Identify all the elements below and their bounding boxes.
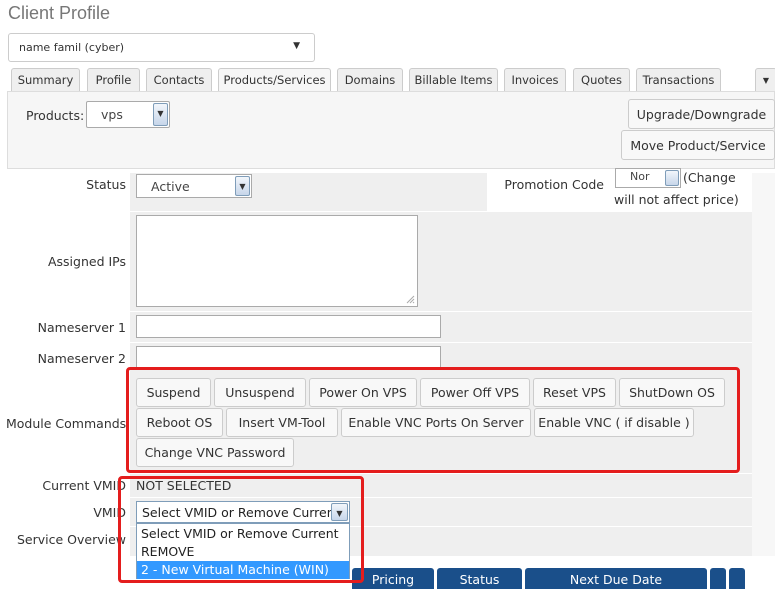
module-commands-label: Module Commands xyxy=(6,416,127,431)
page-title: Client Profile xyxy=(8,3,111,23)
promotion-select-value: Nor xyxy=(630,170,650,183)
promotion-note-2: will not affect price) xyxy=(614,192,739,207)
nameserver-2-label: Nameserver 2 xyxy=(37,351,126,366)
promotion-note: (Change xyxy=(683,170,736,185)
nameserver-2-input[interactable] xyxy=(136,346,441,369)
chevron-down-icon: ▼ xyxy=(153,103,168,126)
service-overview-label: Service Overview xyxy=(16,532,126,547)
status-select-value: Active xyxy=(151,179,190,194)
status-label: Status xyxy=(86,177,126,192)
table-header-blank xyxy=(729,568,745,589)
row-divider xyxy=(130,211,752,212)
vmid-highlight xyxy=(118,476,364,583)
assigned-ips-textarea[interactable] xyxy=(136,215,418,307)
tab-summary[interactable]: Summary xyxy=(11,68,80,92)
nameserver-1-input[interactable] xyxy=(136,315,441,338)
status-select[interactable]: Active ▼ xyxy=(136,174,252,198)
tab-quotes[interactable]: Quotes xyxy=(573,68,630,92)
current-vmid-label: Current VMID xyxy=(42,478,126,493)
table-header-pricing[interactable]: Pricing xyxy=(352,568,434,589)
chevron-down-icon: ▼ xyxy=(293,41,300,51)
upgrade-downgrade-button[interactable]: Upgrade/Downgrade xyxy=(628,99,775,129)
table-header-status[interactable]: Status xyxy=(437,568,522,589)
products-select-value: vps xyxy=(101,107,123,122)
form-table-edge xyxy=(752,173,775,556)
vmid-label: VMID xyxy=(93,505,126,520)
tab-profile[interactable]: Profile xyxy=(87,68,140,92)
table-header-blank xyxy=(710,568,726,589)
products-label: Products: xyxy=(26,108,85,123)
client-select[interactable]: name famil (cyber) ▼ xyxy=(8,33,315,62)
module-commands-highlight xyxy=(126,367,740,473)
resize-grip-icon[interactable] xyxy=(405,294,415,304)
products-select[interactable]: vps ▼ xyxy=(86,101,170,128)
tab-domains[interactable]: Domains xyxy=(337,68,403,92)
tab-transactions[interactable]: Transactions xyxy=(636,68,721,92)
tab-billable-items[interactable]: Billable Items xyxy=(409,68,498,92)
chevron-down-icon: ▼ xyxy=(235,176,250,196)
tab-products-services[interactable]: Products/Services xyxy=(218,68,331,93)
move-product-service-button[interactable]: Move Product/Service xyxy=(621,130,775,160)
assigned-ips-label: Assigned IPs xyxy=(47,254,126,269)
client-select-value: name famil (cyber) xyxy=(19,41,125,54)
row-divider xyxy=(130,311,752,312)
tabs-more-chevron-down-icon[interactable]: ▼ xyxy=(755,68,775,92)
promotion-select[interactable]: Nor xyxy=(615,168,681,188)
tab-contacts[interactable]: Contacts xyxy=(146,68,212,92)
nameserver-1-label: Nameserver 1 xyxy=(37,320,126,335)
table-header-next-due-date[interactable]: Next Due Date xyxy=(525,568,707,589)
promotion-code-label: Promotion Code xyxy=(504,177,604,192)
chevron-down-icon xyxy=(665,170,679,186)
row-divider xyxy=(130,473,752,474)
row-divider xyxy=(130,342,752,343)
tab-invoices[interactable]: Invoices xyxy=(504,68,566,92)
